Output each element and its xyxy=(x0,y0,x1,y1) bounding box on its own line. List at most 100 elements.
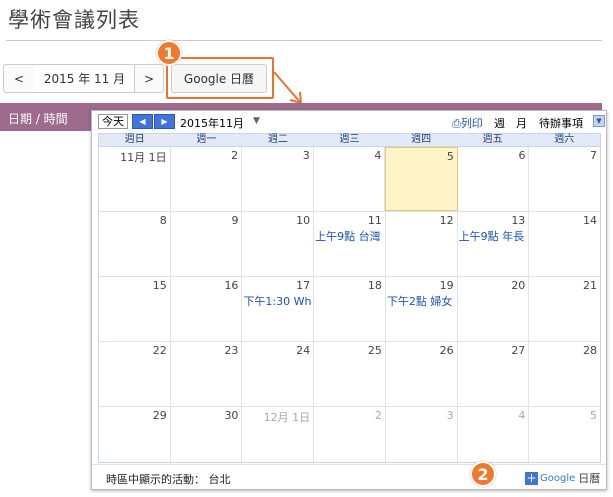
calendar-event[interactable]: 上午9點 台灣 xyxy=(315,228,381,244)
calendar-day[interactable]: 18 xyxy=(314,277,386,341)
day-number: 28 xyxy=(583,344,598,357)
calendar-day[interactable]: 13 上午9點 年長 xyxy=(458,212,530,276)
title-divider xyxy=(6,40,602,41)
day-number: 18 xyxy=(367,279,382,292)
calendar-day[interactable]: 10 xyxy=(242,212,315,276)
triangle-right-icon: ▶ xyxy=(161,117,168,126)
calendar-day[interactable]: 6 xyxy=(458,147,530,211)
calendar-event[interactable]: 下午2點 婦女 xyxy=(387,293,453,309)
calendar-day[interactable]: 11 上午9點 台灣 xyxy=(314,212,386,276)
calendar-day[interactable]: 7 xyxy=(529,147,600,211)
day-number: 10 xyxy=(296,214,311,227)
day-number: 6 xyxy=(518,149,526,162)
calendar-event[interactable]: 上午9點 年長 xyxy=(459,228,525,244)
day-number: 5 xyxy=(446,150,454,163)
calendar-day[interactable]: 28 xyxy=(529,342,600,406)
day-number: 4 xyxy=(374,149,382,162)
day-number: 26 xyxy=(439,344,454,357)
calendar-day[interactable]: 17 下午1:30 Wh xyxy=(242,277,315,341)
day-number: 7 xyxy=(590,149,598,162)
calendar-day[interactable]: 29 xyxy=(99,407,171,472)
tab-month[interactable]: 月 xyxy=(516,115,527,131)
tab-agenda[interactable]: 待辦事項 xyxy=(539,115,583,131)
calendar-day-today[interactable]: 5 xyxy=(385,147,458,211)
triangle-left-icon: ◀ xyxy=(139,117,146,126)
day-number: 2 xyxy=(374,409,382,422)
day-number: 12月 1日 xyxy=(263,411,311,424)
step-2-badge: 2 xyxy=(470,461,496,487)
month-dropdown-icon[interactable]: ▼ xyxy=(253,116,260,126)
prev-month-button[interactable]: < xyxy=(3,64,35,93)
calendar-logo-text: 日曆 xyxy=(578,472,601,485)
calendar-week-row: 15 16 17 下午1:30 Wh 18 19 下午2點 婦女 20 21 xyxy=(99,277,600,342)
calendar-day[interactable]: 12 xyxy=(386,212,458,276)
day-number: 16 xyxy=(224,279,239,292)
tab-week[interactable]: 週 xyxy=(494,115,505,131)
calendar-day[interactable]: 3 xyxy=(242,147,314,211)
day-number: 30 xyxy=(224,409,239,422)
plus-icon: + xyxy=(525,470,538,485)
calendar-day[interactable]: 4 xyxy=(458,407,530,472)
calendar-day[interactable]: 16 xyxy=(171,277,243,341)
day-number: 4 xyxy=(518,409,526,422)
day-number: 21 xyxy=(583,279,598,292)
calendar-day[interactable]: 5 xyxy=(529,407,600,472)
day-number: 15 xyxy=(152,279,167,292)
calendar-day[interactable]: 27 xyxy=(458,342,530,406)
print-link[interactable]: ⎙列印 xyxy=(452,115,483,131)
current-month-display: 2015 年 11 月 xyxy=(34,64,135,93)
add-to-google-calendar-button[interactable]: + Google 日曆 xyxy=(525,470,600,486)
calendar-day[interactable]: 30 xyxy=(171,407,243,472)
calendar-day[interactable]: 2 xyxy=(314,407,386,472)
today-button[interactable]: 今天 xyxy=(98,114,128,129)
weekday-label: 週五 xyxy=(482,134,503,145)
annotation-arrow xyxy=(273,71,303,105)
calendar-day[interactable]: 26 xyxy=(386,342,458,406)
day-number: 9 xyxy=(231,214,239,227)
day-number: 25 xyxy=(367,344,382,357)
calendar-day[interactable]: 9 xyxy=(171,212,243,276)
day-number: 2 xyxy=(231,149,239,162)
day-number: 14 xyxy=(583,214,598,227)
weekday-label: 週四 xyxy=(411,134,432,145)
calendar-day[interactable]: 8 xyxy=(99,212,171,276)
calendar-day[interactable]: 15 xyxy=(99,277,171,341)
calendar-next-button[interactable]: ▶ xyxy=(154,114,175,129)
day-number: 3 xyxy=(446,409,454,422)
weekday-label: 週六 xyxy=(554,134,575,145)
calendar-day[interactable]: 21 xyxy=(529,277,600,341)
day-number: 12 xyxy=(439,214,454,227)
day-number: 24 xyxy=(296,344,311,357)
page-title: 學術會議列表 xyxy=(8,8,140,32)
weekday-label: 週二 xyxy=(267,134,288,145)
calendar-event[interactable]: 下午1:30 Wh xyxy=(243,293,311,309)
day-number: 8 xyxy=(159,214,167,227)
calendar-prev-button[interactable]: ◀ xyxy=(132,114,153,129)
calendar-day[interactable]: 2 xyxy=(171,147,243,211)
calendar-day[interactable]: 11月 1日 xyxy=(99,147,171,211)
calendar-day[interactable]: 4 xyxy=(314,147,386,211)
calendar-day[interactable]: 14 xyxy=(529,212,600,276)
weekday-label: 週日 xyxy=(124,134,145,145)
calendar-day[interactable]: 25 xyxy=(314,342,386,406)
calendar-day[interactable]: 22 xyxy=(99,342,171,406)
calendar-day[interactable]: 20 xyxy=(458,277,530,341)
calendar-day[interactable]: 12月 1日 xyxy=(242,407,315,472)
next-month-button[interactable]: > xyxy=(134,64,164,93)
calendar-day[interactable]: 3 xyxy=(386,407,458,472)
step-1-badge: 1 xyxy=(156,40,182,66)
calendar-day[interactable]: 19 下午2點 婦女 xyxy=(386,277,458,341)
day-number: 13 xyxy=(511,214,526,227)
date-time-header: 日期 / 時間 xyxy=(8,112,68,126)
print-label: 列印 xyxy=(460,117,483,130)
day-number: 5 xyxy=(590,409,598,422)
day-number: 27 xyxy=(511,344,526,357)
weekday-header-row: 週日 週一 週二 週三 週四 週五 週六 xyxy=(99,134,600,147)
calendar-day[interactable]: 23 xyxy=(171,342,243,406)
calendar-week-row: 8 9 10 11 上午9點 台灣 12 13 上午9點 年長 14 xyxy=(99,212,600,277)
calendar-day[interactable]: 24 xyxy=(242,342,315,406)
timezone-text: 時區中顯示的活動： 台北 xyxy=(106,473,231,486)
day-number: 23 xyxy=(224,344,239,357)
view-menu-dropdown-icon[interactable]: ▼ xyxy=(593,115,605,127)
calendar-widget: 今天 ◀ ▶ 2015年11月 ▼ ⎙列印 週 月 待辦事項 ▼ 週日 週一 週… xyxy=(91,110,607,490)
